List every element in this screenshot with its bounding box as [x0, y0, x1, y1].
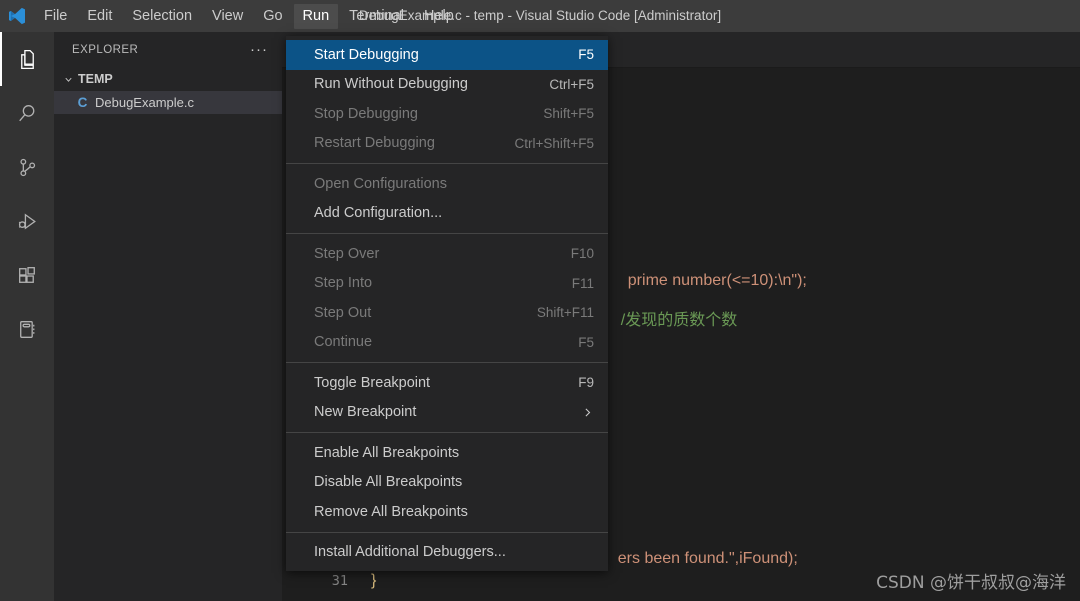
title-bar: File Edit Selection View Go Run Terminal…	[0, 0, 1080, 32]
explorer-sidebar: EXPLORER ··· TEMP C DebugExample.c	[54, 32, 282, 601]
menu-item-keybinding: F5	[578, 334, 594, 350]
menu-item-run-without-debugging[interactable]: Run Without Debugging Ctrl+F5	[286, 70, 608, 100]
menu-item-label: Enable All Breakpoints	[314, 444, 460, 461]
menu-item-label: Open Configurations	[314, 175, 447, 192]
menu-item-keybinding: Shift+F5	[543, 106, 594, 122]
menu-item-toggle-breakpoint[interactable]: Toggle Breakpoint F9	[286, 368, 608, 398]
code-fragment-comment: /发现的质数个数	[603, 292, 737, 349]
chevron-down-icon	[60, 71, 76, 87]
menu-item-enable-all-breakpoints[interactable]: Enable All Breakpoints	[286, 438, 608, 468]
menu-item-keybinding: F9	[578, 375, 594, 391]
menu-item-label: New Breakpoint	[314, 404, 417, 421]
code-fragment-printf-result: ers been found.",iFound);	[600, 530, 798, 587]
menu-item-disable-all-breakpoints[interactable]: Disable All Breakpoints	[286, 468, 608, 498]
menu-separator	[286, 233, 608, 234]
menu-item-open-configurations: Open Configurations	[286, 169, 608, 199]
menu-item-restart-debugging: Restart Debugging Ctrl+Shift+F5	[286, 129, 608, 159]
menu-item-stop-debugging: Stop Debugging Shift+F5	[286, 99, 608, 129]
search-icon[interactable]	[0, 86, 54, 140]
file-label: DebugExample.c	[95, 95, 194, 110]
source-control-icon[interactable]	[0, 140, 54, 194]
menu-item-label: Restart Debugging	[314, 135, 435, 152]
run-and-debug-icon[interactable]	[0, 194, 54, 248]
menu-selection[interactable]: Selection	[123, 4, 201, 29]
c-file-icon: C	[77, 95, 88, 110]
menu-separator	[286, 362, 608, 363]
more-actions-icon[interactable]: ···	[250, 42, 274, 57]
menu-item-keybinding: F5	[578, 47, 594, 63]
menu-edit[interactable]: Edit	[78, 4, 121, 29]
menu-item-add-configuration[interactable]: Add Configuration...	[286, 199, 608, 229]
menu-item-step-into: Step Into F11	[286, 269, 608, 299]
menu-item-label: Step Over	[314, 245, 380, 262]
menu-go[interactable]: Go	[254, 4, 291, 29]
line-number-31: 31	[331, 573, 348, 589]
menu-item-label: Stop Debugging	[314, 105, 418, 122]
menu-item-keybinding: F10	[570, 246, 594, 262]
menu-item-step-out: Step Out Shift+F11	[286, 298, 608, 328]
menu-item-remove-all-breakpoints[interactable]: Remove All Breakpoints	[286, 497, 608, 527]
activity-bar	[0, 32, 54, 601]
folder-row-temp[interactable]: TEMP	[54, 67, 282, 91]
menu-item-start-debugging[interactable]: Start Debugging F5	[286, 40, 608, 70]
menu-item-continue: Continue F5	[286, 328, 608, 358]
code-text: /发现的质数个数	[620, 312, 738, 329]
menu-separator	[286, 163, 608, 164]
extensions-icon[interactable]	[0, 248, 54, 302]
file-row-debugexample-c[interactable]: C DebugExample.c	[54, 91, 282, 114]
menu-item-keybinding: Shift+F11	[536, 305, 594, 321]
menu-file[interactable]: File	[35, 4, 76, 29]
menu-separator	[286, 531, 608, 533]
code-text: prime number(<=10):\n");	[627, 272, 807, 289]
menu-item-label: Toggle Breakpoint	[314, 374, 431, 391]
menu-view[interactable]: View	[203, 4, 252, 29]
menu-item-label: Disable All Breakpoints	[314, 474, 463, 491]
watermark-text: CSDN @饼干叔叔@海洋	[876, 573, 1066, 593]
vscode-logo-icon	[0, 0, 34, 32]
sidebar-header: EXPLORER ···	[54, 32, 282, 67]
menu-item-label: Add Configuration...	[314, 205, 443, 222]
explorer-icon[interactable]	[0, 32, 54, 86]
code-text: ers been found.",iFound);	[617, 550, 798, 567]
menu-item-label: Run Without Debugging	[314, 76, 468, 93]
menu-item-label: Continue	[314, 334, 373, 351]
menu-item-label: Start Debugging	[314, 46, 419, 63]
notebook-icon[interactable]	[0, 302, 54, 356]
chevron-right-icon	[581, 406, 594, 419]
menu-bar: File Edit Selection View Go Run Terminal…	[34, 0, 464, 32]
menu-terminal[interactable]: Terminal	[340, 4, 413, 29]
menu-item-install-additional-debuggers[interactable]: Install Additional Debuggers...	[286, 538, 608, 568]
code-closing-brace: }	[371, 572, 377, 589]
menu-item-step-over: Step Over F10	[286, 239, 608, 269]
folder-label: TEMP	[78, 72, 113, 86]
menu-run[interactable]: Run	[293, 3, 339, 29]
menu-item-keybinding: Ctrl+Shift+F5	[514, 135, 594, 151]
sidebar-title: EXPLORER	[72, 43, 139, 56]
menu-item-label: Remove All Breakpoints	[314, 503, 468, 520]
vscode-window: File Edit Selection View Go Run Terminal…	[0, 0, 1080, 601]
menu-item-label: Step Out	[314, 304, 372, 321]
run-menu-dropdown: Start Debugging F5 Run Without Debugging…	[286, 36, 608, 571]
menu-separator	[286, 432, 608, 433]
menu-help[interactable]: Help	[415, 4, 463, 29]
menu-item-label: Install Additional Debuggers...	[314, 544, 506, 561]
menu-item-keybinding: F11	[571, 275, 594, 291]
menu-item-label: Step Into	[314, 275, 373, 292]
menu-item-keybinding: Ctrl+F5	[549, 76, 594, 92]
menu-item-new-breakpoint[interactable]: New Breakpoint	[286, 398, 608, 428]
